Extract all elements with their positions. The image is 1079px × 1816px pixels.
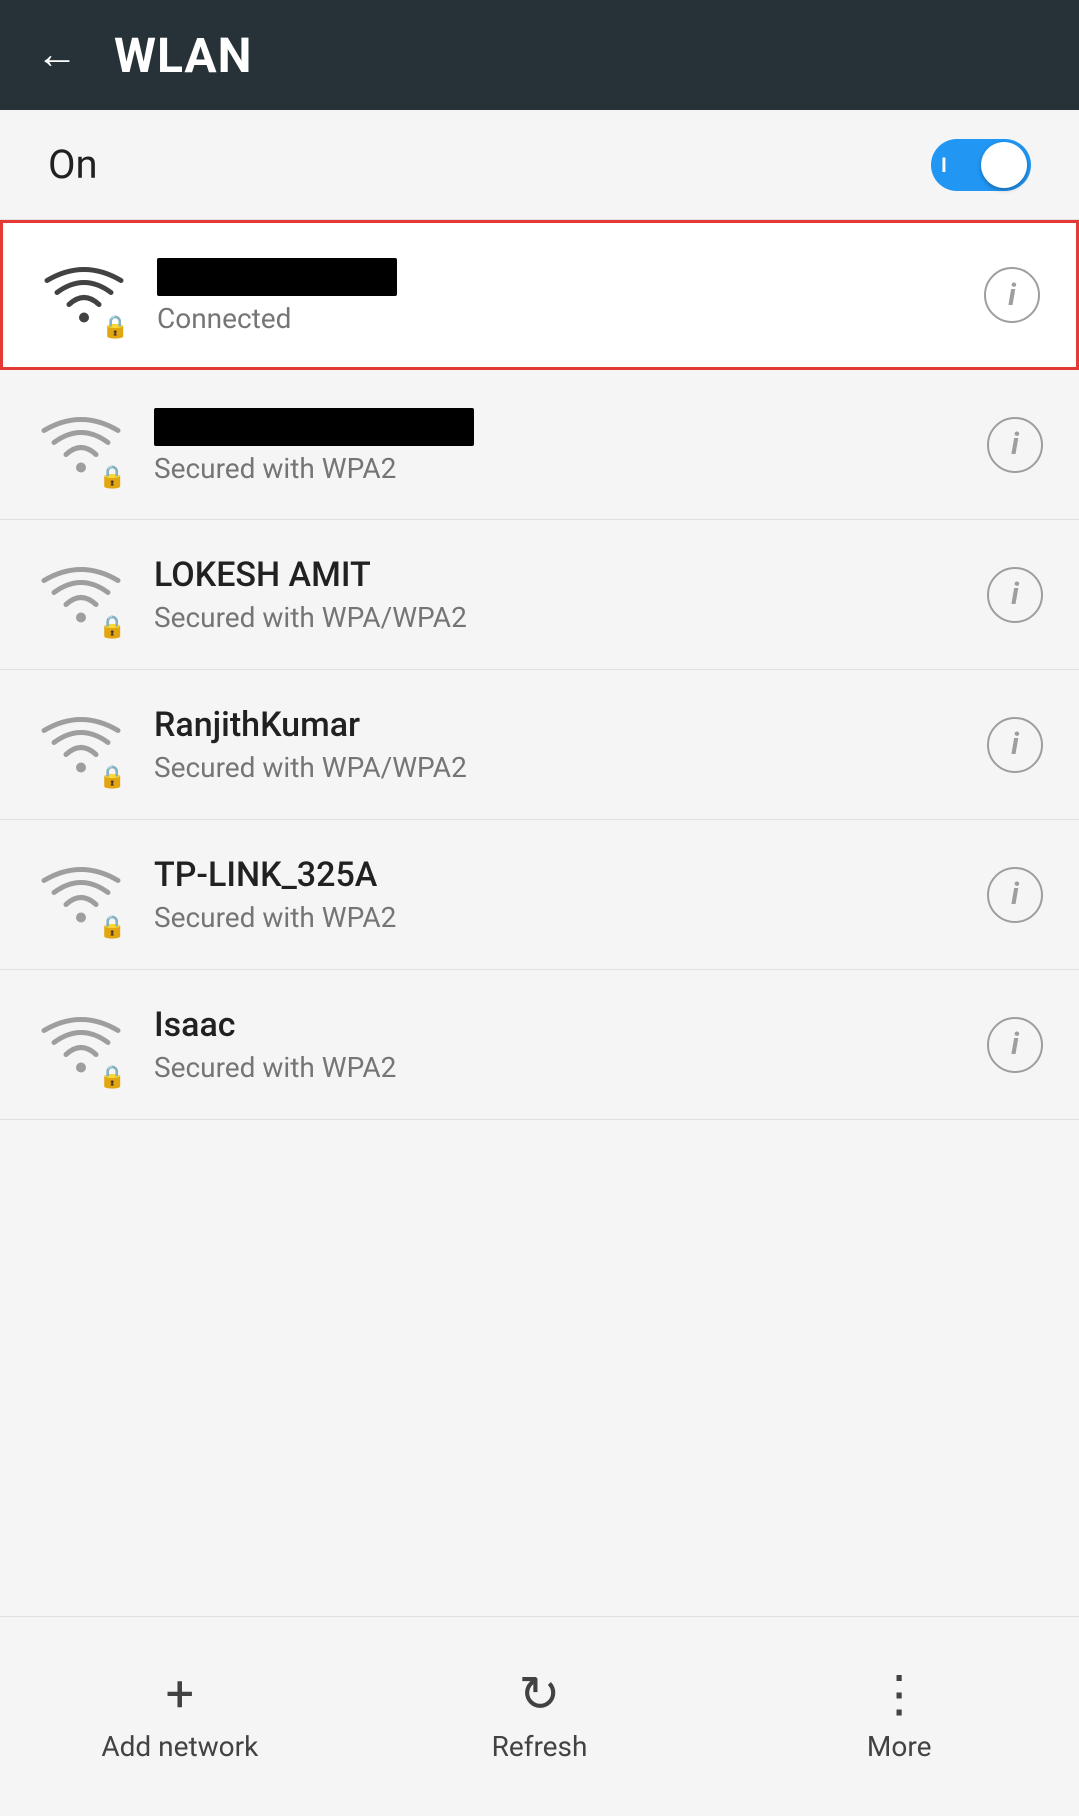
ranjith-status: Secured with WPA/WPA2 [154, 751, 959, 784]
network-item-2[interactable]: 🔒 Secured with WPA2 i [0, 370, 1079, 520]
isaac-name: Isaac [154, 1005, 959, 1045]
redacted-name [157, 258, 397, 296]
lokesh-name: LOKESH AMIT [154, 555, 959, 595]
toggle-knob [981, 142, 1027, 188]
network-list: 🔒 Connected i 🔒 Secured with WPA2 [0, 220, 1079, 1616]
info-button-tplink[interactable]: i [987, 867, 1043, 923]
app-header: ← WLAN [0, 0, 1079, 110]
toggle-on-text: I [941, 153, 947, 177]
refresh-button[interactable]: ↻ Refresh [360, 1670, 720, 1763]
add-network-button[interactable]: + Add network [0, 1670, 360, 1763]
lokesh-info: LOKESH AMIT Secured with WPA/WPA2 [154, 555, 959, 634]
network-2-status: Secured with WPA2 [154, 452, 959, 485]
tplink-status: Secured with WPA2 [154, 901, 959, 934]
connected-network-name [157, 255, 956, 296]
isaac-status: Secured with WPA2 [154, 1051, 959, 1084]
network-item-isaac[interactable]: 🔒 Isaac Secured with WPA2 i [0, 970, 1079, 1120]
ranjith-info: RanjithKumar Secured with WPA/WPA2 [154, 705, 959, 784]
lock-icon-lokesh: 🔒 [99, 615, 126, 640]
tplink-name: TP-LINK_325A [154, 855, 959, 895]
network-2-info: Secured with WPA2 [154, 404, 959, 484]
wifi-icon-isaac: 🔒 [36, 1010, 126, 1080]
more-label: More [867, 1730, 932, 1763]
redacted-name-2 [154, 408, 474, 446]
refresh-icon: ↻ [519, 1670, 561, 1720]
info-button-connected[interactable]: i [984, 267, 1040, 323]
toggle-label: On [48, 141, 98, 188]
network-item-ranjith[interactable]: 🔒 RanjithKumar Secured with WPA/WPA2 i [0, 670, 1079, 820]
network-item-tplink[interactable]: 🔒 TP-LINK_325A Secured with WPA2 i [0, 820, 1079, 970]
lock-icon-2: 🔒 [99, 465, 126, 490]
wifi-icon-2: 🔒 [36, 410, 126, 480]
isaac-info: Isaac Secured with WPA2 [154, 1005, 959, 1084]
bottom-action-bar: + Add network ↻ Refresh ⋮ More [0, 1616, 1079, 1816]
info-button-lokesh[interactable]: i [987, 567, 1043, 623]
network-item-lokesh[interactable]: 🔒 LOKESH AMIT Secured with WPA/WPA2 i [0, 520, 1079, 670]
wlan-toggle[interactable]: I [931, 139, 1031, 191]
tplink-info: TP-LINK_325A Secured with WPA2 [154, 855, 959, 934]
wlan-toggle-row: On I [0, 110, 1079, 220]
lock-icon-isaac: 🔒 [99, 1065, 126, 1090]
page-title: WLAN [114, 27, 253, 84]
lock-icon: 🔒 [102, 315, 129, 340]
info-button-ranjith[interactable]: i [987, 717, 1043, 773]
info-button-isaac[interactable]: i [987, 1017, 1043, 1073]
more-button[interactable]: ⋮ More [719, 1670, 1079, 1763]
refresh-label: Refresh [492, 1730, 588, 1763]
lokesh-status: Secured with WPA/WPA2 [154, 601, 959, 634]
wifi-icon-ranjith: 🔒 [36, 710, 126, 780]
plus-icon: + [166, 1670, 194, 1720]
wifi-icon-connected: 🔒 [39, 260, 129, 330]
connected-network-status: Connected [157, 302, 956, 335]
info-button-2[interactable]: i [987, 417, 1043, 473]
network-2-name [154, 404, 959, 445]
ranjith-name: RanjithKumar [154, 705, 959, 745]
more-icon: ⋮ [874, 1670, 924, 1720]
back-button[interactable]: ← [36, 34, 78, 76]
connected-network-info: Connected [157, 255, 956, 335]
lock-icon-tplink: 🔒 [99, 915, 126, 940]
add-network-label: Add network [101, 1730, 258, 1763]
lock-icon-ranjith: 🔒 [99, 765, 126, 790]
wifi-icon-lokesh: 🔒 [36, 560, 126, 630]
wifi-icon-tplink: 🔒 [36, 860, 126, 930]
network-item-connected[interactable]: 🔒 Connected i [0, 220, 1079, 370]
